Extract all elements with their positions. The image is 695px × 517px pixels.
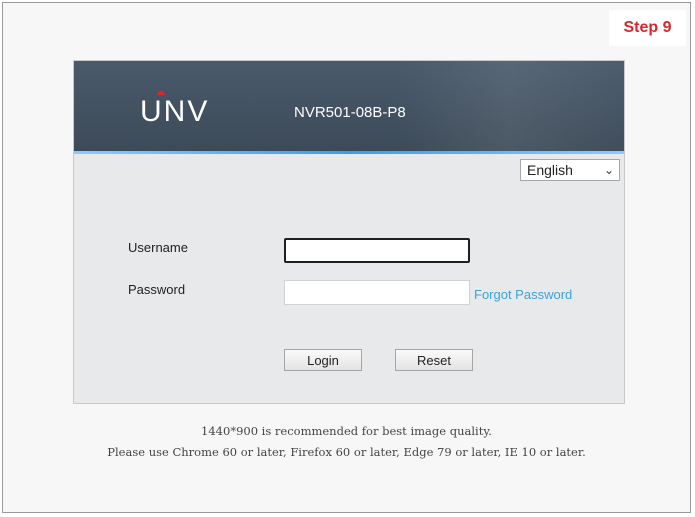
language-select[interactable]: English ⌄	[520, 159, 620, 181]
language-selected: English	[527, 162, 573, 178]
step-badge: Step 9	[609, 10, 686, 46]
login-button[interactable]: Login	[284, 349, 362, 371]
screenshot-frame: Step 9 UNV NVR501-08B-P8 English ⌄ Usern…	[2, 2, 691, 513]
resolution-note: 1440*900 is recommended for best image q…	[201, 424, 492, 438]
panel-header: UNV NVR501-08B-P8	[74, 61, 624, 153]
password-input[interactable]	[284, 280, 470, 305]
password-label: Password	[128, 282, 186, 297]
reset-button[interactable]: Reset	[395, 349, 473, 371]
header-device-graphic	[394, 61, 624, 153]
logo-accent-mark	[157, 91, 165, 95]
forgot-password-link[interactable]: Forgot Password	[474, 287, 572, 302]
header-divider	[74, 151, 624, 154]
username-label: Username	[128, 240, 188, 255]
browser-note: Please use Chrome 60 or later, Firefox 6…	[107, 445, 586, 459]
login-panel: UNV NVR501-08B-P8 English ⌄ Username Pas…	[73, 60, 625, 404]
device-model: NVR501-08B-P8	[294, 104, 406, 121]
brand-logo: UNV	[140, 91, 210, 129]
logo-text: UNV	[140, 95, 210, 128]
username-input[interactable]	[284, 238, 470, 263]
chevron-down-icon: ⌄	[603, 163, 614, 177]
